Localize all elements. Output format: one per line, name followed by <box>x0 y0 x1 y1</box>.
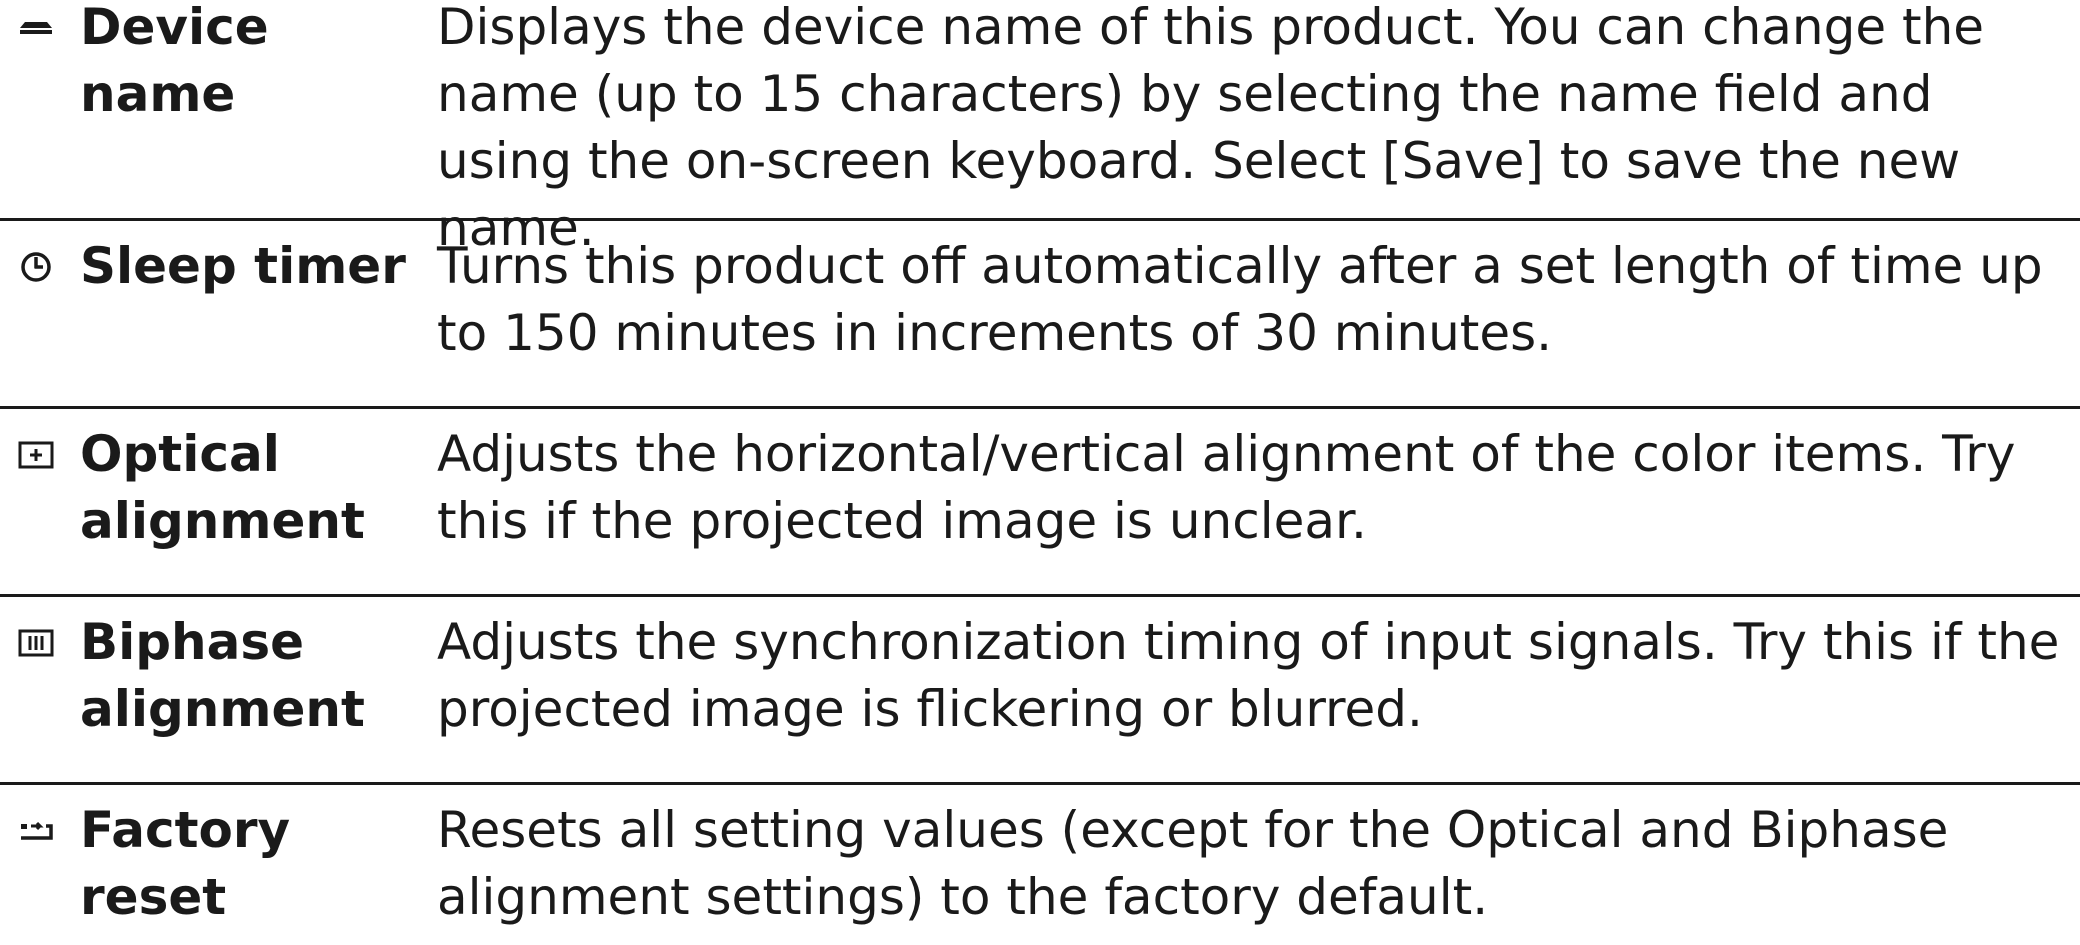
setting-term-label: Device name <box>80 0 269 123</box>
settings-table: Device name Displays the device name of … <box>0 0 2080 945</box>
setting-description: Adjusts the horizontal/vertical alignmen… <box>437 425 2016 550</box>
device-name-icon <box>14 6 58 50</box>
setting-row-biphase-alignment: Biphase alignment Adjusts the synchroniz… <box>0 597 2080 785</box>
setting-row-optical-alignment: Optical alignment Adjusts the horizontal… <box>0 409 2080 597</box>
setting-term-label: Factory reset <box>80 801 291 926</box>
setting-row-device-name: Device name Displays the device name of … <box>0 0 2080 257</box>
setting-description: Adjusts the synchronization timing of in… <box>437 613 2060 738</box>
factory-reset-icon <box>14 809 58 853</box>
setting-term-label: Optical alignment <box>80 425 365 550</box>
optical-alignment-icon <box>14 433 58 477</box>
setting-description: Turns this product off automatically aft… <box>437 237 2043 362</box>
setting-term-label: Sleep timer <box>80 237 406 295</box>
setting-term: Factory reset <box>0 797 437 945</box>
setting-description: Displays the device name of this product… <box>437 0 1985 257</box>
sleep-timer-icon <box>14 245 58 289</box>
setting-term-label: Biphase alignment <box>80 613 365 738</box>
setting-term: Sleep timer <box>0 233 437 406</box>
setting-row-factory-reset: Factory reset Resets all setting values … <box>0 785 2080 945</box>
setting-term: Device name <box>0 0 437 218</box>
setting-description: Resets all setting values (except for th… <box>437 801 1949 926</box>
setting-term: Optical alignment <box>0 421 437 594</box>
biphase-alignment-icon <box>14 621 58 665</box>
setting-term: Biphase alignment <box>0 609 437 782</box>
setting-row-sleep-timer: Sleep timer Turns this product off autom… <box>0 221 2080 409</box>
